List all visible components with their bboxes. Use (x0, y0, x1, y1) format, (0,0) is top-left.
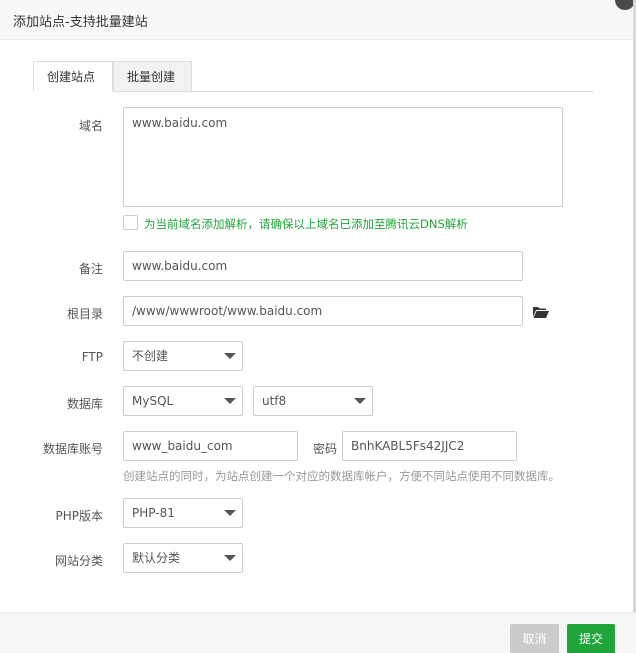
tab-batch-create[interactable]: 批量创建 (113, 61, 192, 92)
domain-label: 域名 (78, 119, 103, 133)
dialog-title: 添加站点-支持批量建站 (13, 15, 148, 30)
php-version-select[interactable]: PHP-81 (123, 498, 243, 528)
tab-bar: 创建站点 批量创建 (33, 61, 594, 92)
cancel-button[interactable]: 取消 (510, 624, 559, 653)
tab-create-site[interactable]: 创建站点 (33, 61, 113, 92)
root-dir-input[interactable] (123, 296, 523, 326)
site-category-select[interactable]: 默认分类 (123, 543, 243, 573)
ftp-select[interactable]: 不创建 (123, 341, 243, 371)
db-account-label: 数据库账号 (42, 442, 103, 456)
database-type-value: MySQL (132, 394, 174, 408)
remark-label: 备注 (78, 262, 103, 276)
database-charset-select[interactable]: utf8 (253, 386, 373, 416)
root-dir-label: 根目录 (66, 307, 103, 321)
remark-input[interactable] (123, 251, 523, 281)
chevron-down-icon (224, 555, 236, 561)
submit-button[interactable]: 提交 (567, 624, 615, 653)
site-category-label: 网站分类 (54, 554, 103, 568)
domain-textarea[interactable]: www.baidu.com (123, 107, 563, 207)
dns-resolve-checkbox[interactable] (123, 215, 138, 230)
chevron-down-icon (354, 398, 366, 404)
ftp-label: FTP (81, 350, 103, 364)
folder-open-icon[interactable] (533, 306, 549, 318)
php-version-label: PHP版本 (55, 509, 104, 523)
site-category-value: 默认分类 (132, 551, 181, 565)
database-label: 数据库 (66, 397, 103, 411)
database-charset-value: utf8 (262, 394, 287, 408)
ftp-select-value: 不创建 (132, 349, 169, 363)
chevron-down-icon (224, 398, 236, 404)
db-password-input[interactable] (342, 431, 517, 461)
chevron-down-icon (224, 353, 236, 359)
add-site-dialog: 添加站点-支持批量建站 创建站点 批量创建 域名 www.baidu.com 为… (0, 0, 636, 653)
db-password-label: 密码 (313, 442, 338, 456)
dns-resolve-label: 为当前域名添加解析，请确保以上域名已添加至腾讯云DNS解析 (144, 217, 468, 231)
dialog-titlebar: 添加站点-支持批量建站 (0, 0, 636, 40)
db-hint-text: 创建站点的同时，为站点创建一个对应的数据库帐户，方便不同站点使用不同数据库。 (123, 469, 560, 483)
db-account-input[interactable] (123, 431, 298, 461)
php-version-value: PHP-81 (132, 506, 175, 520)
chevron-down-icon (224, 510, 236, 516)
database-type-select[interactable]: MySQL (123, 386, 243, 416)
